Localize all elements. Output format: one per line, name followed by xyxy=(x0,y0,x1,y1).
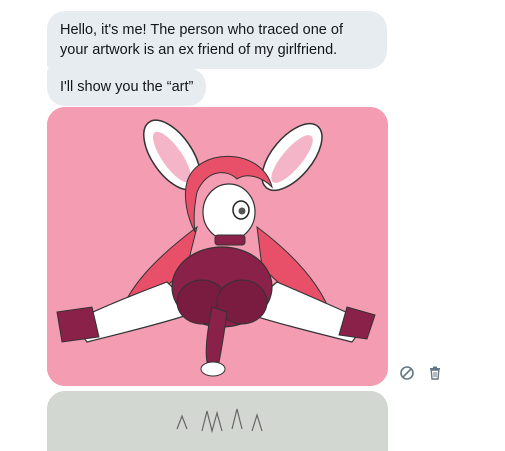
message-bubble-1: Hello, it's me! The person who traced on… xyxy=(47,11,387,69)
attached-image-1[interactable] xyxy=(47,107,388,386)
report-button[interactable] xyxy=(398,364,416,382)
delete-button[interactable] xyxy=(426,364,444,382)
trash-icon xyxy=(430,366,440,380)
message-bubble-2: I'll show you the “art” xyxy=(47,68,207,106)
character-artwork xyxy=(47,107,388,386)
pencil-sketch xyxy=(47,391,388,451)
attached-image-2[interactable] xyxy=(47,391,388,451)
no-entry-icon xyxy=(400,366,414,380)
message-actions xyxy=(398,364,444,382)
